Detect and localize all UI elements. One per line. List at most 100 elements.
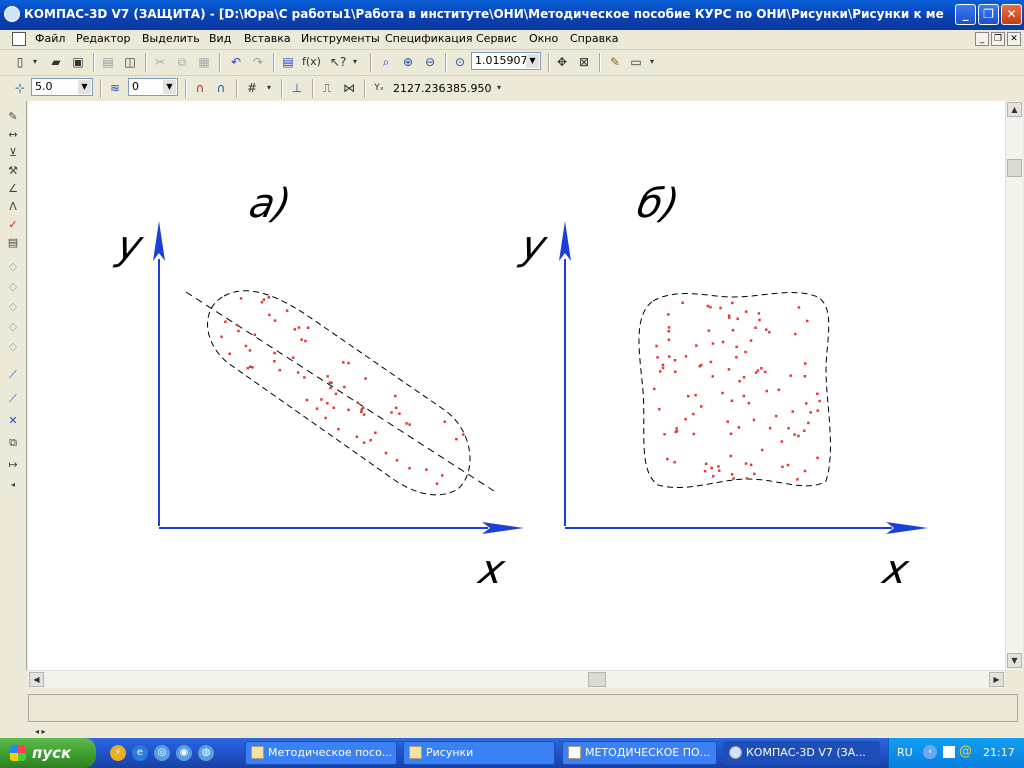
scroll-up-icon[interactable]: ▲ (1007, 102, 1022, 117)
menu-help[interactable]: Справка (570, 32, 618, 45)
tool-icon[interactable]: ◇ (5, 279, 21, 295)
zoom-window-icon[interactable]: ⌕ (378, 54, 394, 70)
print-icon[interactable]: ▤ (100, 54, 116, 70)
copy-icon[interactable]: ⧉ (174, 54, 190, 70)
task-button-kompas[interactable]: КОМПАС-3D V7 (ЗА... (723, 741, 880, 765)
language-indicator[interactable]: RU (897, 746, 913, 759)
tray-expand-icon[interactable]: ‹ (923, 745, 937, 759)
parametric-mode-icon[interactable]: ⋈ (341, 80, 357, 96)
doc-minimize-button[interactable]: _ (975, 32, 989, 46)
print-preview-icon[interactable]: ◫ (122, 54, 138, 70)
redo-icon[interactable]: ↷ (250, 54, 266, 70)
quicklaunch-icon[interactable]: ◉ (176, 745, 192, 761)
document-icon[interactable] (12, 32, 26, 46)
local-snap-icon[interactable]: ∩ (213, 80, 229, 96)
doc-close-button[interactable]: ✕ (1007, 32, 1021, 46)
dimensions-icon[interactable]: ↔ (5, 127, 21, 143)
internet-explorer-icon[interactable]: e (132, 745, 148, 761)
tool-icon[interactable]: ◇ (5, 339, 21, 355)
drawing-canvas[interactable]: а) y x б) y x (28, 101, 1005, 670)
scroll-down-icon[interactable]: ▼ (1007, 653, 1022, 668)
line-tool-icon[interactable]: ⟋ (5, 367, 21, 383)
tool-icon[interactable]: ◇ (5, 299, 21, 315)
fragment-icon[interactable]: ⧉ (5, 435, 21, 451)
scroll-right-icon[interactable]: ▶ (989, 672, 1004, 687)
insert-icon[interactable]: ↦ (5, 457, 21, 473)
display-dropdown-icon[interactable]: ▾ (647, 54, 657, 70)
show-all-icon[interactable]: ⊠ (576, 54, 592, 70)
task-button-folder-methodics[interactable]: Методическое посо... (245, 741, 397, 765)
ortho-mode-icon[interactable]: ⎍ (319, 80, 335, 96)
undo-icon[interactable]: ↶ (228, 54, 244, 70)
tool-icon[interactable]: ◇ (5, 259, 21, 275)
tool-icon[interactable]: ◇ (5, 319, 21, 335)
zoom-scale-combo[interactable]: 1.015907 ▼ (471, 52, 541, 70)
paste-icon[interactable]: ▦ (196, 54, 212, 70)
start-button[interactable]: пуск (0, 738, 96, 768)
menu-insert[interactable]: Вставка (244, 32, 291, 45)
menu-window[interactable]: Окно (529, 32, 558, 45)
cursor-step-icon[interactable]: ⊹ (12, 80, 28, 96)
grid-dropdown-icon[interactable]: ▾ (264, 80, 274, 96)
cut-icon[interactable]: ✂ (152, 54, 168, 70)
chevron-down-icon[interactable]: ▼ (78, 80, 91, 94)
cursor-step-combo[interactable]: 5.0 ▼ (31, 78, 93, 96)
editing-icon[interactable]: ⚒ (5, 163, 21, 179)
segment-tool-icon[interactable]: ✕ (5, 413, 21, 429)
help-dropdown-icon[interactable]: ▾ (350, 54, 360, 70)
trim-tool-icon[interactable]: ⟋ (5, 391, 21, 407)
panel-scroll-left-icon[interactable]: ◂ (5, 477, 21, 493)
quicklaunch-icon[interactable]: ◍ (198, 745, 214, 761)
menu-tools[interactable]: Инструменты (301, 32, 380, 45)
context-help-icon[interactable]: ↖? (330, 54, 346, 70)
grid-icon[interactable]: # (244, 80, 260, 96)
chevron-down-icon[interactable]: ▼ (526, 54, 539, 68)
manager-icon[interactable]: ▤ (280, 54, 296, 70)
horizontal-scroll-thumb[interactable] (588, 672, 606, 687)
doc-restore-button[interactable]: ❐ (991, 32, 1005, 46)
zoom-in-icon[interactable]: ⊕ (400, 54, 416, 70)
horizontal-scrollbar[interactable]: ◀ ▶ (28, 670, 1005, 688)
close-button[interactable]: ✕ (1001, 4, 1022, 25)
zoom-scale-icon[interactable]: ⊙ (452, 54, 468, 70)
refresh-image-icon[interactable]: ✎ (607, 54, 623, 70)
menu-view[interactable]: Вид (209, 32, 231, 45)
chevron-down-icon[interactable]: ▼ (163, 80, 176, 94)
save-icon[interactable]: ▣ (70, 54, 86, 70)
snap-magnet-icon[interactable]: ∩ (192, 80, 208, 96)
tray-app-icon[interactable] (943, 746, 955, 758)
task-button-folder-pictures[interactable]: Рисунки (403, 741, 555, 765)
specification-icon[interactable]: ▤ (5, 235, 21, 251)
select-icon[interactable]: ✓ (5, 217, 21, 233)
task-button-word[interactable]: МЕТОДИЧЕСКОЕ ПО... (562, 741, 717, 765)
geometry-icon[interactable]: ✎ (5, 109, 21, 125)
designations-icon[interactable]: ⊻ (5, 145, 21, 161)
menu-select[interactable]: Выделить (142, 32, 200, 45)
variables-fx-icon[interactable]: f(x) (302, 54, 321, 70)
menu-edit[interactable]: Редактор (76, 32, 131, 45)
layer-icon[interactable]: ≋ (107, 80, 123, 96)
pan-icon[interactable]: ✥ (554, 54, 570, 70)
menu-service[interactable]: Сервис (476, 32, 517, 45)
media-icon[interactable]: ◎ (154, 745, 170, 761)
new-dropdown-icon[interactable]: ▾ (30, 54, 40, 70)
measure-icon[interactable]: Λ (5, 199, 21, 215)
quicklaunch-icon[interactable]: ⚡ (110, 745, 126, 761)
zoom-out-icon[interactable]: ⊖ (422, 54, 438, 70)
parametrization-icon[interactable]: ∠ (5, 181, 21, 197)
open-folder-icon[interactable]: ▰ (48, 54, 64, 70)
maximize-button[interactable]: ❐ (978, 4, 999, 25)
current-layer-combo[interactable]: 0 ▼ (128, 78, 178, 96)
tray-mail-icon[interactable]: @ (959, 744, 972, 759)
coord-dropdown-icon[interactable]: ▾ (494, 80, 504, 96)
minimize-button[interactable]: _ (955, 4, 976, 25)
menu-specification[interactable]: Спецификация (385, 32, 472, 45)
vertical-scroll-thumb[interactable] (1007, 159, 1022, 177)
menu-file[interactable]: Файл (35, 32, 65, 45)
display-icon[interactable]: ▭ (628, 54, 644, 70)
vertical-scrollbar[interactable]: ▲ ▼ (1005, 101, 1023, 670)
scroll-left-icon[interactable]: ◀ (29, 672, 44, 687)
new-document-icon[interactable]: ▯ (12, 54, 28, 70)
title-bar[interactable]: КОМПАС-3D V7 (ЗАЩИТА) - [D:\Юра\С работы… (0, 0, 1024, 30)
local-cs-icon[interactable]: ⊥ (289, 80, 305, 96)
